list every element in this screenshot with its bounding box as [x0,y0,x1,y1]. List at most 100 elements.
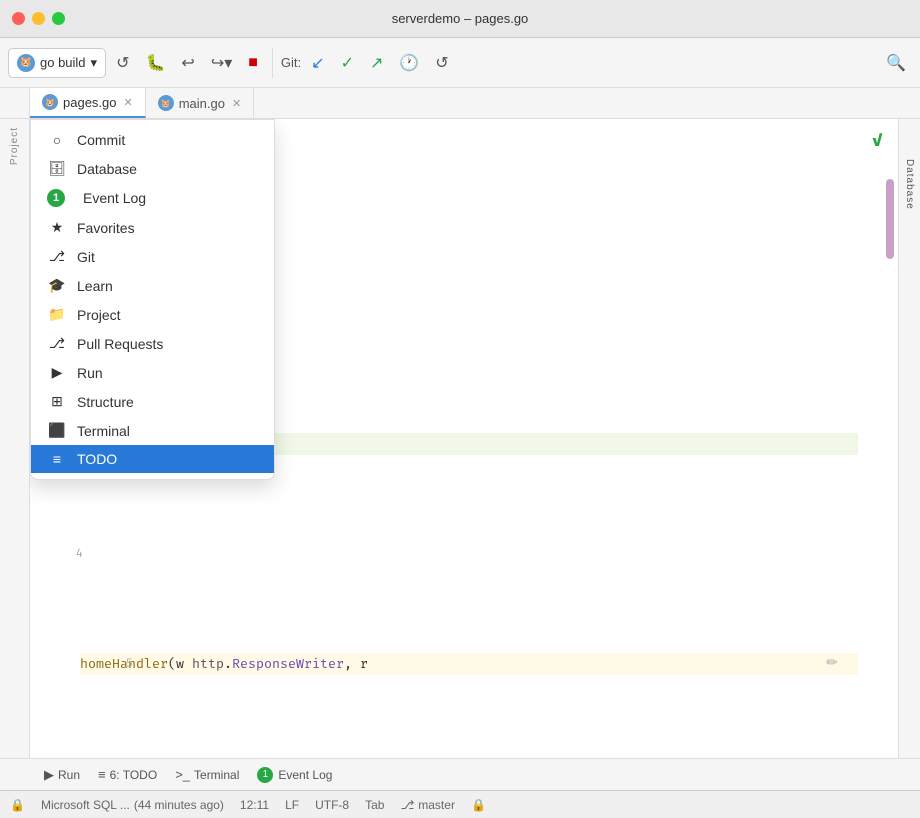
menu-item-run[interactable]: ▶ Run [31,358,274,387]
git-update-button[interactable]: ↙ [305,49,330,77]
status-lock-icon: 🔒 [10,798,25,812]
git-commit-button[interactable]: ✓ [335,49,360,77]
project-icon: 📁 [47,306,67,323]
tab-pages-go-label: pages.go [63,95,117,110]
database-icon: 🗄 [47,160,67,177]
rerun-button[interactable]: ↺ [110,49,135,77]
menu-item-todo[interactable]: ≡ TODO [31,445,274,473]
minimize-button[interactable] [32,12,45,25]
stop-button[interactable]: ■ [242,50,264,76]
menu-item-event-log[interactable]: 1 Event Log [31,183,274,213]
menu-item-database[interactable]: 🗄 Database [31,154,274,183]
menu-item-git-label: Git [77,249,95,265]
tab-pages-go-close[interactable]: ✕ [124,96,133,109]
run-resume-button[interactable]: ↪▾ [205,49,238,77]
bottom-todo-button[interactable]: ≡ 6: TODO [90,764,165,785]
status-time-ago: (44 minutes ago) [134,798,224,812]
tab-main-go[interactable]: 🐹 main.go ✕ [146,88,254,118]
menu-item-project-label: Project [77,307,121,323]
code-line: 4 [80,543,858,565]
status-indent: Tab [365,798,384,812]
code-line: 5 homeHandler(w http.ResponseWriter, r ✏ [80,653,858,675]
bottom-terminal-label: Terminal [194,768,239,782]
menu-item-structure[interactable]: ⊞ Structure [31,387,274,416]
bottom-run-button[interactable]: ▶ Run [36,764,88,786]
scrollbar-thumb[interactable] [886,179,894,259]
todo-icon: ≡ [47,451,67,467]
tab-main-go-close[interactable]: ✕ [232,97,241,110]
toolbar: 🐹 go build ▾ ↺ 🐛 ↩ ↪▾ ■ Git: ↙ ✓ ↗ 🕐 ↺ 🔍 [0,38,920,88]
menu-item-pull-requests[interactable]: ⎇ Pull Requests [31,329,274,358]
bottom-terminal-button[interactable]: >_ Terminal [167,764,247,785]
menu-item-git[interactable]: ⎇ Git [31,242,274,271]
check-mark: ✓ [872,129,883,152]
window-title: serverdemo – pages.go [392,11,529,26]
bottom-event-log-button[interactable]: 1 Event Log [249,764,340,786]
run-bottom-icon: ▶ [44,767,54,783]
menu-item-run-label: Run [77,365,103,381]
git-revert-button[interactable]: ↺ [429,49,454,77]
window-controls[interactable] [12,12,65,25]
bottom-event-log-label: Event Log [278,768,332,782]
git-push-button[interactable]: ↗ [364,49,389,77]
terminal-bottom-icon: >_ [175,767,190,782]
edit-icon[interactable]: ✏ [826,653,838,675]
pull-requests-icon: ⎇ [47,335,67,352]
database-sidebar-label[interactable]: Database [904,159,915,210]
search-button[interactable]: 🔍 [880,49,912,77]
git-icon: ⎇ [47,248,67,265]
editor-wrapper: ○ Commit 🗄 Database 1 Event Log ★ Favori… [30,119,920,758]
menu-item-event-log-label: Event Log [83,190,146,206]
status-lock2: 🔒 [471,798,486,812]
status-line-ending: LF [285,798,299,812]
left-sidebar-strip: Project [0,119,30,758]
status-file: Microsoft SQL ... (44 minutes ago) [41,798,224,812]
menu-item-project[interactable]: 📁 Project [31,300,274,329]
project-label[interactable]: Project [9,127,20,165]
commit-icon: ○ [47,132,67,148]
debug-button[interactable]: 🐛 [139,49,171,77]
todo-bottom-icon: ≡ [98,767,106,782]
run-config-button[interactable]: 🐹 go build ▾ [8,48,106,78]
git-history-button[interactable]: 🕐 [393,49,425,77]
menu-item-database-label: Database [77,161,137,177]
menu-item-favorites[interactable]: ★ Favorites [31,213,274,242]
event-log-badge: 1 [257,767,273,783]
status-bar: 🔒 Microsoft SQL ... (44 minutes ago) 12:… [0,790,920,818]
title-bar: serverdemo – pages.go [0,0,920,38]
step-over-button[interactable]: ↩ [175,49,200,77]
main-go-icon: 🐹 [158,95,174,111]
run-config-dropdown-icon: ▾ [91,55,98,71]
right-sidebar-strip: Database [898,119,920,758]
tab-main-go-label: main.go [179,96,225,111]
status-git-branch: ⎇ master [400,798,455,812]
event-log-icon: 1 [47,189,65,207]
maximize-button[interactable] [52,12,65,25]
status-time: 12:11 [240,798,269,812]
menu-item-pull-requests-label: Pull Requests [77,336,163,352]
favorites-icon: ★ [47,219,67,236]
menu-item-commit[interactable]: ○ Commit [31,126,274,154]
tab-pages-go[interactable]: 🐹 pages.go ✕ [30,88,146,118]
terminal-icon: ⬛ [47,422,67,439]
git-label: Git: [281,55,301,70]
menu-item-structure-label: Structure [77,394,134,410]
structure-icon: ⊞ [47,393,67,410]
menu-item-favorites-label: Favorites [77,220,135,236]
menu-item-terminal[interactable]: ⬛ Terminal [31,416,274,445]
run-config-icon: 🐹 [17,54,35,72]
menu-item-learn[interactable]: 🎓 Learn [31,271,274,300]
run-icon: ▶ [47,364,67,381]
menu-item-commit-label: Commit [77,132,125,148]
run-config-label: go build [40,55,86,70]
status-encoding: UTF-8 [315,798,349,812]
close-button[interactable] [12,12,25,25]
bottom-todo-label: 6: TODO [110,768,158,782]
menu-item-todo-label: TODO [77,451,117,467]
toolbar-separator [272,48,273,78]
menu-item-terminal-label: Terminal [77,423,130,439]
bottom-toolbar: ▶ Run ≡ 6: TODO >_ Terminal 1 Event Log [0,758,920,790]
learn-icon: 🎓 [47,277,67,294]
pages-go-icon: 🐹 [42,94,58,110]
menu-item-learn-label: Learn [77,278,113,294]
